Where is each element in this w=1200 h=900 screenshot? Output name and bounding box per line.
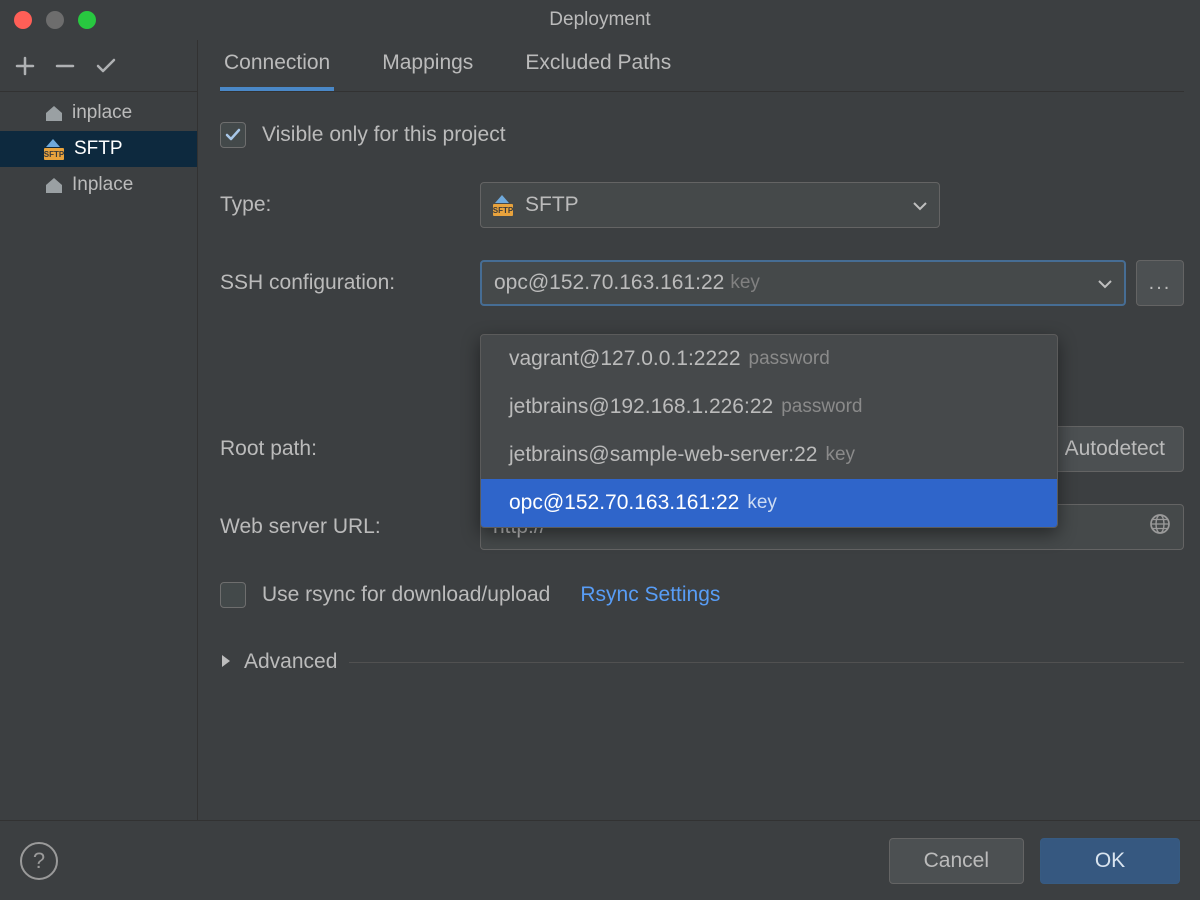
- rsync-label: Use rsync for download/upload: [262, 583, 550, 607]
- ssh-config-option[interactable]: jetbrains@sample-web-server:22 key: [481, 431, 1057, 479]
- dropdown-item-host: jetbrains@192.168.1.226:22: [509, 395, 773, 419]
- titlebar: Deployment: [0, 0, 1200, 40]
- chevron-down-icon: [1098, 271, 1112, 295]
- ssh-config-select[interactable]: opc@152.70.163.161:22 key: [480, 260, 1126, 306]
- visible-only-row: Visible only for this project: [220, 122, 1184, 148]
- rsync-settings-link[interactable]: Rsync Settings: [580, 583, 720, 607]
- type-label: Type:: [220, 193, 480, 217]
- rsync-checkbox[interactable]: [220, 582, 246, 608]
- apply-icon[interactable]: [94, 54, 118, 78]
- type-value: SFTP: [525, 193, 579, 217]
- chevron-right-icon: [220, 650, 232, 674]
- root-path-label: Root path:: [220, 437, 480, 461]
- dropdown-item-host: vagrant@127.0.0.1:2222: [509, 347, 741, 371]
- sidebar-item-label: SFTP: [74, 138, 123, 160]
- ssh-config-row: SSH configuration: opc@152.70.163.161:22…: [220, 260, 1184, 306]
- sidebar-toolbar: [0, 40, 197, 92]
- advanced-section[interactable]: Advanced: [220, 650, 1184, 674]
- close-window-icon[interactable]: [14, 11, 32, 29]
- home-icon: [44, 104, 64, 122]
- sftp-icon: SFTP: [44, 138, 66, 160]
- home-icon: [44, 176, 64, 194]
- connection-form: Visible only for this project Type: SFTP…: [220, 92, 1184, 820]
- sidebar-item-inplace-1[interactable]: inplace: [0, 95, 197, 131]
- ssh-config-dropdown: vagrant@127.0.0.1:2222 password jetbrain…: [480, 334, 1058, 528]
- dropdown-item-auth: key: [825, 444, 855, 466]
- tabs: Connection Mappings Excluded Paths: [220, 40, 1184, 92]
- ssh-config-label: SSH configuration:: [220, 271, 480, 295]
- ssh-config-hint: key: [730, 272, 760, 294]
- advanced-label: Advanced: [244, 650, 337, 674]
- web-url-label: Web server URL:: [220, 515, 480, 539]
- sidebar-list: inplace SFTP SFTP Inplace: [0, 92, 197, 820]
- tab-connection[interactable]: Connection: [220, 51, 334, 91]
- sidebar-item-label: Inplace: [72, 174, 133, 196]
- sidebar-item-sftp[interactable]: SFTP SFTP: [0, 131, 197, 167]
- minimize-window-icon[interactable]: [46, 11, 64, 29]
- ssh-config-browse-button[interactable]: ...: [1136, 260, 1184, 306]
- content: Connection Mappings Excluded Paths Visib…: [198, 40, 1200, 820]
- window-title: Deployment: [549, 9, 650, 31]
- ssh-config-option[interactable]: vagrant@127.0.0.1:2222 password: [481, 335, 1057, 383]
- ssh-config-value: opc@152.70.163.161:22: [494, 271, 724, 295]
- sftp-icon: SFTP: [493, 194, 515, 216]
- dropdown-item-host: opc@152.70.163.161:22: [509, 491, 739, 515]
- ok-button[interactable]: OK: [1040, 838, 1180, 884]
- ssh-config-option[interactable]: jetbrains@192.168.1.226:22 password: [481, 383, 1057, 431]
- rsync-row: Use rsync for download/upload Rsync Sett…: [220, 582, 1184, 608]
- dropdown-item-auth: key: [747, 492, 777, 514]
- autodetect-label: Autodetect: [1065, 437, 1165, 461]
- dropdown-item-auth: password: [749, 348, 830, 370]
- type-row: Type: SFTP SFTP: [220, 182, 1184, 228]
- autodetect-button[interactable]: Autodetect: [1046, 426, 1184, 472]
- tab-mappings[interactable]: Mappings: [378, 51, 477, 91]
- sidebar-item-inplace-2[interactable]: Inplace: [0, 167, 197, 203]
- footer: ? Cancel OK: [0, 820, 1200, 900]
- visible-only-checkbox[interactable]: [220, 122, 246, 148]
- visible-only-label: Visible only for this project: [262, 123, 506, 147]
- help-button[interactable]: ?: [20, 842, 58, 880]
- divider: [349, 662, 1184, 663]
- tab-excluded-paths[interactable]: Excluded Paths: [521, 51, 675, 91]
- dropdown-item-host: jetbrains@sample-web-server:22: [509, 443, 817, 467]
- remove-icon[interactable]: [54, 55, 76, 77]
- sidebar-item-label: inplace: [72, 102, 132, 124]
- dropdown-item-auth: password: [781, 396, 862, 418]
- sidebar: inplace SFTP SFTP Inplace: [0, 40, 198, 820]
- ssh-config-option[interactable]: opc@152.70.163.161:22 key: [481, 479, 1057, 527]
- cancel-button[interactable]: Cancel: [889, 838, 1024, 884]
- globe-icon[interactable]: [1149, 513, 1171, 541]
- window-controls: [14, 11, 96, 29]
- add-icon[interactable]: [14, 55, 36, 77]
- maximize-window-icon[interactable]: [78, 11, 96, 29]
- type-select[interactable]: SFTP SFTP: [480, 182, 940, 228]
- chevron-down-icon: [913, 193, 927, 217]
